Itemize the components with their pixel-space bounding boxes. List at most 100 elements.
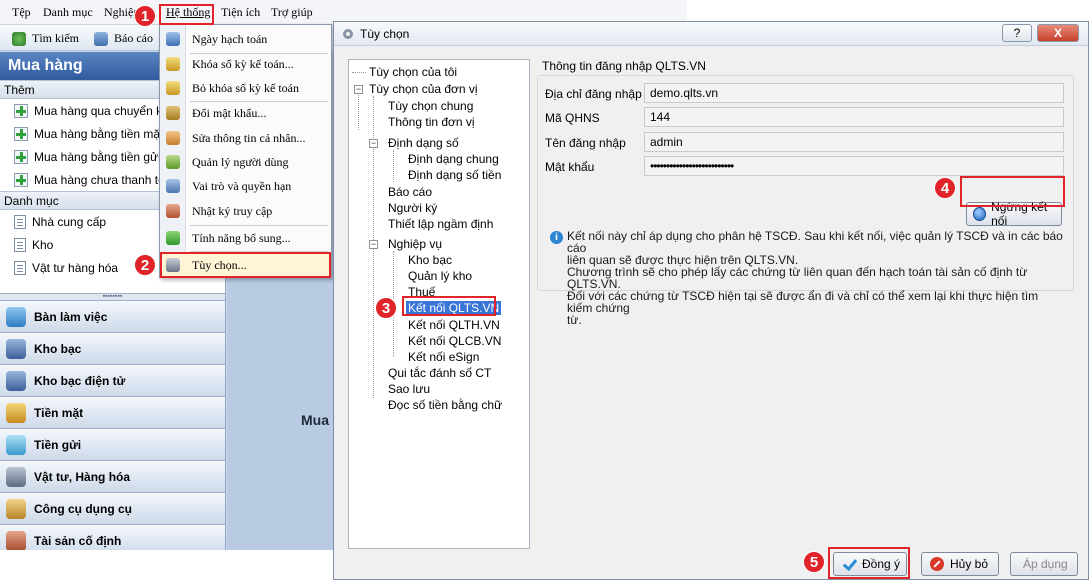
sidebar-splitter[interactable]: ▪▪▪▪▪▪▪▪ [0,293,225,301]
menu-item-addons[interactable]: Tính năng bổ sung... [160,226,331,250]
tree-node-backup[interactable]: Sao lưu [388,382,430,396]
tree-node-general[interactable]: Tùy chọn chung [388,99,473,113]
tree-node-report[interactable]: Báo cáo [388,185,432,199]
username-label: Tên đăng nhập [545,136,626,150]
deposit-icon [6,434,26,455]
tools-icon [6,498,26,519]
username-field[interactable]: admin [644,132,1064,152]
cash-icon [6,402,26,423]
nav-cash[interactable]: Tiền mặt [0,397,225,429]
unlock-icon [166,81,180,95]
qhns-code-field[interactable]: 144 [644,107,1064,127]
close-button[interactable]: X [1037,24,1079,42]
bank-icon [6,338,26,359]
tree-collapse-icon[interactable]: − [369,240,378,249]
menu-file[interactable]: Tệp [12,5,31,20]
menu-item-user-management[interactable]: Quản lý người dùng [160,150,331,174]
cancel-button[interactable]: Hủy bỏ [921,552,999,576]
user-icon [166,131,180,145]
tree-node-unit-options[interactable]: Tùy chọn của đơn vị [369,82,478,96]
report-button[interactable]: Báo cáo [94,31,153,46]
tree-node-qlcb[interactable]: Kết nối QLCB.VN [408,334,501,348]
tree-node-business[interactable]: Nghiệp vụ [388,237,442,251]
info-text-line: từ. [567,313,582,327]
role-icon [166,179,180,193]
nav-e-treasury[interactable]: Kho bạc điện tử [0,365,225,397]
step-badge-2: 2 [134,254,156,276]
tree-node-qlth[interactable]: Kết nối QLTH.VN [408,318,500,332]
tree-connector [358,88,359,130]
tree-collapse-icon[interactable]: − [354,85,363,94]
menu-catalog[interactable]: Danh mục [43,5,93,20]
highlight-disconnect [960,176,1065,207]
apply-button[interactable]: Áp dụng [1010,552,1078,576]
add-icon [14,172,28,187]
menu-item-posting-date[interactable]: Ngày hạch toán [160,27,331,51]
lock-icon [166,57,180,71]
help-button[interactable]: ? [1002,24,1032,42]
menu-item-lock-period[interactable]: Khóa sổ kỳ kế toán... [160,52,331,76]
bank-icon [6,370,26,391]
tree-node-treasury[interactable]: Kho bạc [408,253,452,267]
menu-item-unlock-period[interactable]: Bỏ khóa sổ kỳ kế toán [160,76,331,100]
info-text-line: Kết nối này chỉ áp dụng cho phân hệ TSCĐ… [567,229,1063,255]
truck-icon [6,466,26,487]
tree-node-read-money[interactable]: Đọc số tiền bằng chữ [388,398,502,412]
menu-item-access-log[interactable]: Nhật ký truy cập [160,199,331,223]
step-badge-3: 3 [375,297,397,319]
tree-node-warehouse[interactable]: Quản lý kho [408,269,472,283]
add-icon [14,103,28,118]
tree-node-general-format[interactable]: Định dạng chung [408,152,499,166]
tree-connector [393,150,394,182]
highlight-menu-system [159,4,214,25]
info-note: i Kết nối này chỉ áp dụng cho phân hệ TS… [550,230,1065,326]
password-field[interactable]: •••••••••••••••••••••••••• [644,156,1064,176]
menu-item-roles[interactable]: Vai trò và quyền hạn [160,174,331,198]
search-button[interactable]: Tìm kiếm [12,31,79,46]
tree-node-money-format[interactable]: Định dạng số tiền [408,168,501,182]
nav-tools[interactable]: Công cụ dụng cụ [0,493,225,525]
tree-node-esign[interactable]: Kết nối eSign [408,350,479,364]
step-badge-1: 1 [134,5,156,27]
tree-node-signer[interactable]: Người ký [388,201,437,215]
nav-materials[interactable]: Vật tư, Hàng hóa [0,461,225,493]
desk-icon [6,306,26,327]
nav-treasury[interactable]: Kho bạc [0,333,225,365]
login-address-label: Địa chỉ đăng nhập [545,87,642,101]
system-menu-dropdown: Ngày hạch toán Khóa sổ kỳ kế toán... Bỏ … [159,24,332,278]
footprint-icon [166,204,180,218]
menu-item-change-password[interactable]: Đổi mật khẩu... [160,101,331,125]
highlight-menu-options [160,252,331,278]
menu-item-edit-profile[interactable]: Sửa thông tin cá nhân... [160,126,331,150]
info-icon: i [550,231,563,244]
nav-desk[interactable]: Bàn làm việc [0,301,225,333]
highlight-tree-qlts [402,296,496,316]
dialog-title: Tùy chọn [360,27,410,41]
tree-node-number-format[interactable]: Định dạng số [388,136,459,150]
document-icon [14,260,26,275]
document-icon [14,214,26,229]
nav-deposit[interactable]: Tiền gửi [0,429,225,461]
info-text-line: Chương trình sẽ cho phép lấy các chứng t… [567,265,1028,291]
login-address-field[interactable]: demo.qlts.vn [644,83,1064,103]
tree-collapse-icon[interactable]: − [369,139,378,148]
tree-node-unit-info[interactable]: Thông tin đơn vị [388,115,475,129]
tree-connector [352,72,366,73]
step-badge-5: 5 [803,551,825,573]
cancel-icon [930,557,944,571]
gear-icon [343,29,353,39]
highlight-ok [828,547,910,579]
tree-node-my-options[interactable]: Tùy chọn của tôi [369,65,457,79]
asset-icon [6,530,26,550]
dialog-titlebar: Tùy chọn ? X [334,22,1088,46]
puzzle-icon [166,231,180,245]
menu-help[interactable]: Trợ giúp [271,5,313,20]
menu-utilities[interactable]: Tiện ích [221,5,260,20]
tree-node-numbering[interactable]: Qui tắc đánh số CT [388,366,491,380]
users-icon [166,155,180,169]
nav-fixed-assets[interactable]: Tài sản cố định [0,525,225,550]
tree-node-default-setup[interactable]: Thiết lập ngầm định [388,217,493,231]
search-icon [12,31,26,46]
add-icon [14,149,28,164]
